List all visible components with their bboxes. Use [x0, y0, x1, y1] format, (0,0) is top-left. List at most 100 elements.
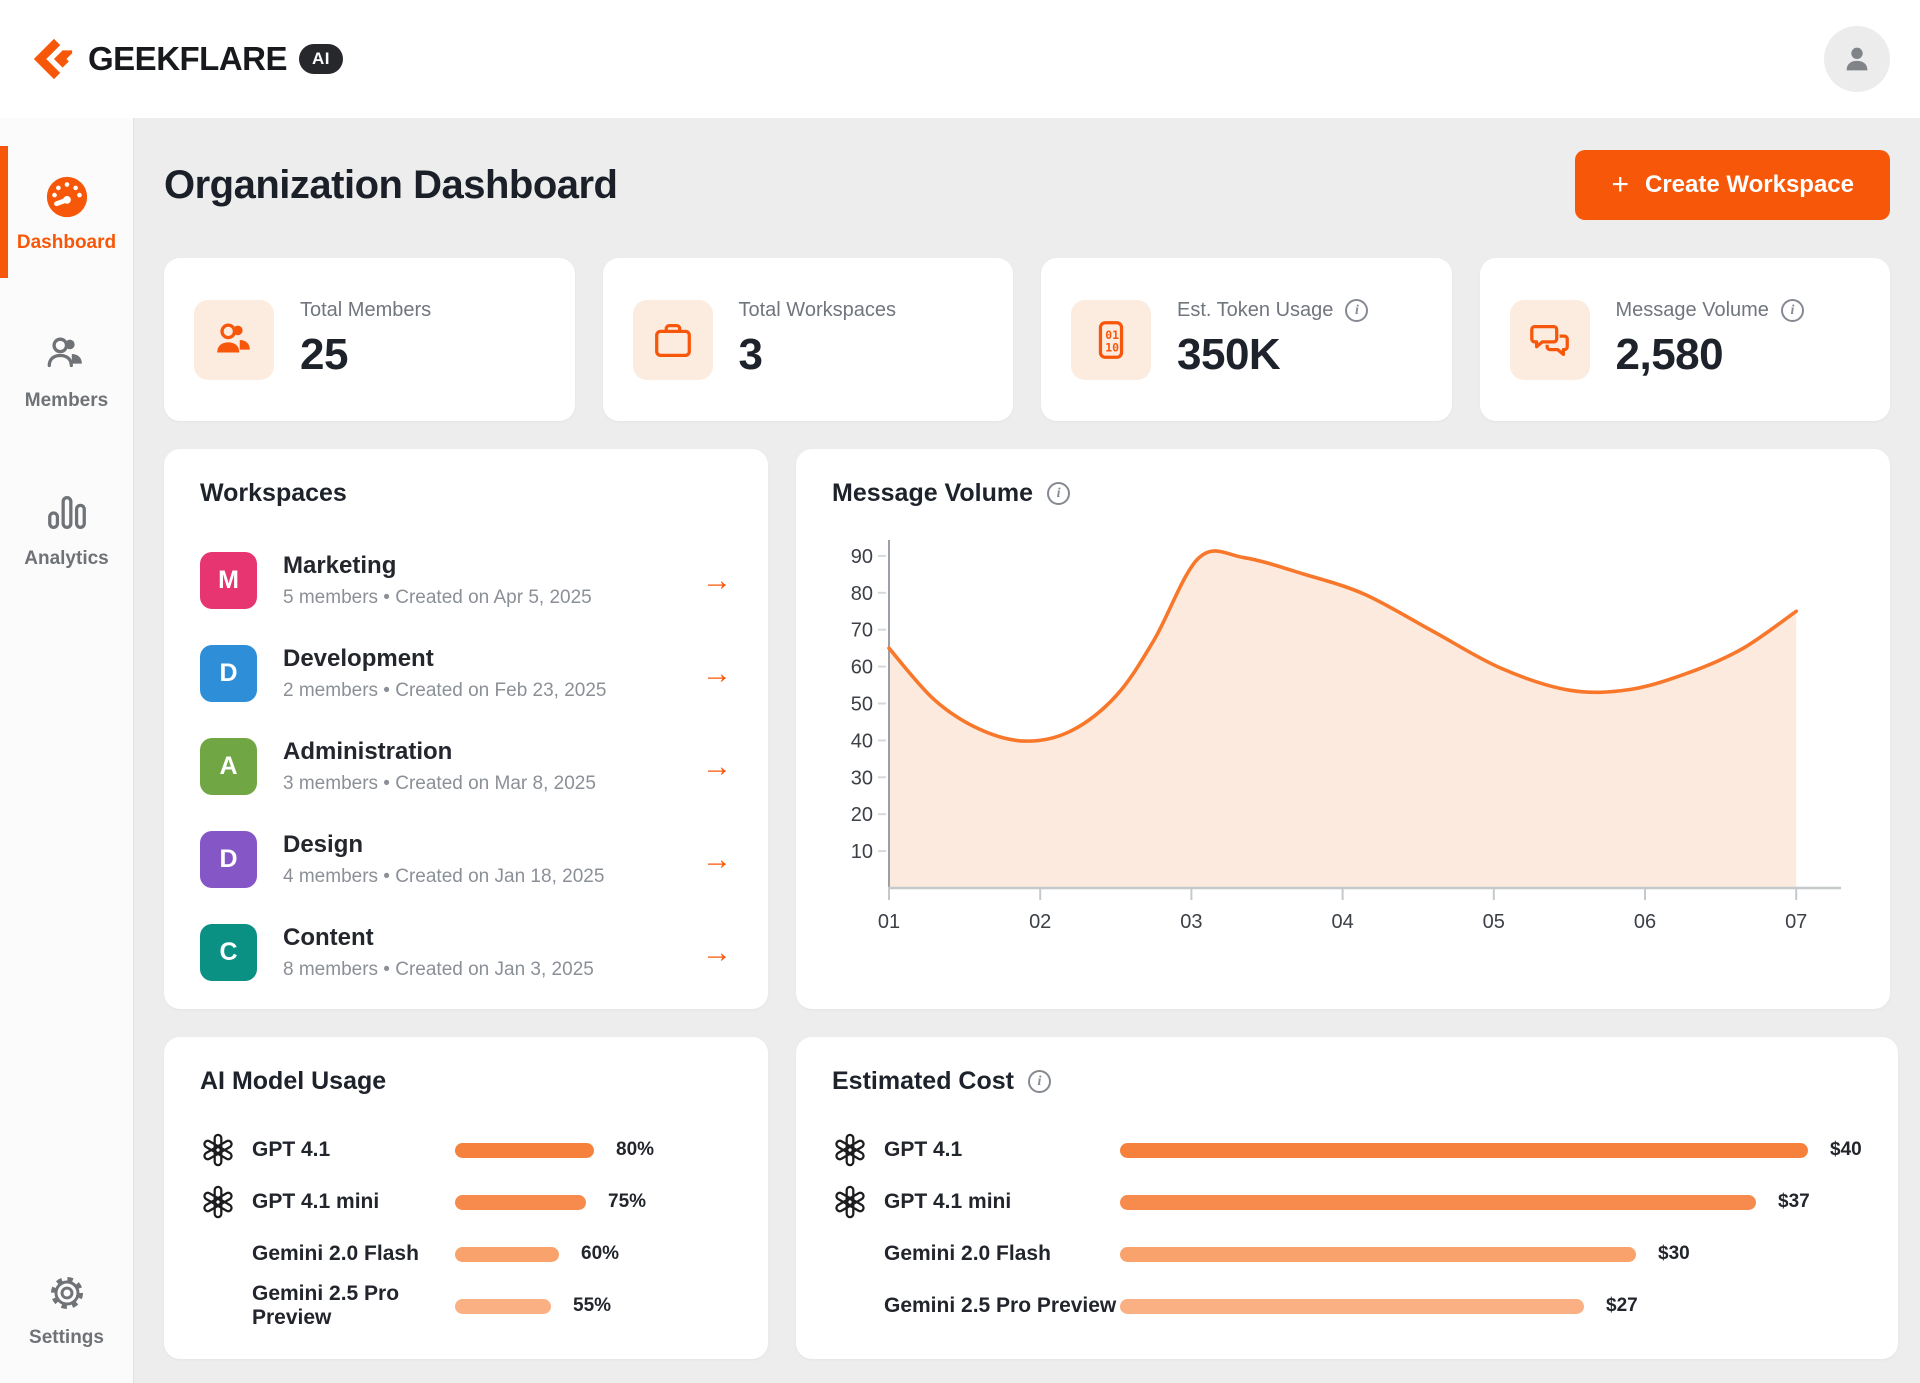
person-icon	[1840, 42, 1874, 76]
workspace-item-content[interactable]: CContent8 members • Created on Jan 3, 20…	[200, 906, 732, 999]
ai-model-usage-rows: GPT 4.180% GPT 4.1 mini75% Gemini 2.0 Fl…	[200, 1124, 732, 1332]
workspace-item-design[interactable]: D Design 4 members • Created on Jan 18, 20…	[200, 813, 732, 906]
workspaces-title: Workspaces	[200, 479, 732, 508]
workspace-name: Design	[283, 831, 604, 859]
arrow-right-icon[interactable]: →	[702, 938, 732, 968]
stat-icon-box: 01 10	[1071, 300, 1151, 380]
model-name: GPT 4.1 mini	[884, 1190, 1011, 1214]
gemini-icon	[833, 1237, 867, 1271]
sidebar-item-analytics[interactable]: Analytics	[0, 462, 133, 594]
model-bar	[1120, 1247, 1636, 1262]
create-workspace-button[interactable]: + Create Workspace	[1575, 150, 1890, 220]
model-bar	[1120, 1143, 1808, 1158]
arrow-right-icon[interactable]: →	[702, 659, 732, 689]
model-name: GPT 4.1	[252, 1138, 330, 1162]
arrow-right-icon[interactable]: →	[702, 845, 732, 875]
stat-card-est-token-usage: 01 10 Est. Token Usage i 350K	[1041, 258, 1452, 421]
sidebar-item-label: Dashboard	[17, 232, 116, 254]
workspace-item-marketing[interactable]: MMarketing5 members • Created on Apr 5, …	[200, 534, 732, 627]
stat-label: Total Workspaces	[739, 299, 896, 322]
model-row-gemini-2-0-flash: Gemini 2.0 Flash$30	[832, 1228, 1862, 1280]
stat-value: 350K	[1177, 330, 1368, 380]
model-name: GPT 4.1 mini	[252, 1190, 379, 1214]
workspaces-card: Workspaces MMarketing5 members • Created…	[164, 449, 768, 1009]
stat-value: 25	[300, 330, 431, 380]
y-axis-tick-label: 20	[851, 804, 873, 826]
model-value: 55%	[573, 1295, 611, 1317]
gemini-icon	[832, 1289, 868, 1323]
workspace-meta: 5 members • Created on Apr 5, 2025	[283, 587, 592, 609]
chat-icon	[1527, 317, 1573, 363]
sidebar-item-label: Settings	[29, 1327, 104, 1349]
openai-icon	[200, 1185, 236, 1219]
brand-name: GEEKFLARE	[88, 40, 287, 78]
app-header: GEEKFLARE AI	[0, 0, 1920, 118]
y-axis-tick-label: 40	[851, 730, 873, 752]
model-value: 80%	[616, 1139, 654, 1161]
model-bar	[455, 1143, 594, 1158]
workspace-name: Administration	[283, 738, 596, 766]
openai-icon	[201, 1185, 235, 1219]
stat-icon-box	[194, 300, 274, 380]
workspace-meta: 4 members • Created on Jan 18, 2025	[283, 866, 604, 888]
info-icon[interactable]: i	[1781, 299, 1804, 322]
model-bar	[1120, 1195, 1756, 1210]
members-nav-icon	[44, 332, 90, 378]
openai-icon	[200, 1133, 236, 1167]
info-icon[interactable]: i	[1047, 482, 1070, 505]
model-row-gemini-2-5-pro-preview: Gemini 2.5 Pro Preview 55%	[200, 1280, 732, 1332]
y-axis-tick-label: 60	[851, 657, 873, 679]
model-bar	[1120, 1299, 1584, 1314]
workspace-initial-badge: D	[200, 645, 257, 702]
info-icon[interactable]: i	[1028, 1070, 1051, 1093]
gemini-icon	[200, 1237, 236, 1271]
model-bar	[455, 1299, 551, 1314]
stat-label: Est. Token Usage	[1177, 299, 1333, 322]
gemini-icon	[833, 1289, 867, 1323]
info-icon[interactable]: i	[1345, 299, 1368, 322]
model-value: $30	[1658, 1243, 1690, 1265]
sidebar: Dashboard Members Analytics Settings	[0, 118, 134, 1383]
workspace-item-administration[interactable]: AAdministration3 members • Created on Ma…	[200, 720, 732, 813]
sidebar-item-dashboard[interactable]: Dashboard	[0, 146, 133, 278]
model-row-gpt-4-1-mini: GPT 4.1 mini$37	[832, 1176, 1862, 1228]
workspace-initial-badge: A	[200, 738, 257, 795]
model-value: $40	[1830, 1139, 1862, 1161]
model-bar	[455, 1247, 559, 1262]
x-axis-tick-label: 01	[878, 911, 900, 933]
model-value: $27	[1606, 1295, 1638, 1317]
brand-logo: GEEKFLARE AI	[30, 36, 343, 82]
token-icon: 01 10	[1088, 317, 1134, 363]
stat-label: Total Members	[300, 299, 431, 322]
stat-icon-box	[1510, 300, 1590, 380]
workspace-initial-badge: D	[200, 831, 257, 888]
y-axis-tick-label: 90	[851, 546, 873, 568]
sidebar-item-members[interactable]: Members	[0, 304, 133, 436]
model-name: Gemini 2.5 Pro Preview	[884, 1294, 1116, 1318]
sidebar-spacer	[0, 594, 133, 1215]
x-axis-tick-label: 03	[1180, 911, 1202, 933]
workspace-initial-badge: M	[200, 552, 257, 609]
y-axis-tick-label: 80	[851, 583, 873, 605]
members-stat-icon	[211, 317, 257, 363]
sidebar-item-settings[interactable]: Settings	[0, 1243, 133, 1373]
arrow-right-icon[interactable]: →	[702, 752, 732, 782]
stat-card-message-volume: Message Volumei2,580	[1480, 258, 1891, 421]
user-avatar[interactable]	[1824, 26, 1890, 92]
workspace-item-development[interactable]: DDevelopment2 members • Created on Feb 2…	[200, 627, 732, 720]
workspace-name: Development	[283, 645, 607, 673]
area-chart-svg: 10203040506070809001020304050607	[832, 526, 1854, 962]
model-name: Gemini 2.0 Flash	[252, 1242, 419, 1266]
openai-icon	[832, 1185, 868, 1219]
arrow-right-icon[interactable]: →	[702, 566, 732, 596]
gemini-icon	[200, 1289, 236, 1323]
x-axis-tick-label: 02	[1029, 911, 1051, 933]
briefcase-icon	[650, 317, 696, 363]
x-axis-tick-label: 04	[1331, 911, 1353, 933]
sidebar-item-label: Analytics	[24, 548, 108, 570]
gear-icon	[45, 1271, 89, 1315]
estimated-cost-rows: GPT 4.1$40 GPT 4.1 mini$37 Gemini 2.0 Fl…	[832, 1124, 1862, 1332]
stats-row: Total Members25 Total Workspaces3 01 10 …	[164, 258, 1890, 421]
model-row-gemini-2-5-pro-preview: Gemini 2.5 Pro Preview $27	[832, 1280, 1862, 1332]
model-name: Gemini 2.5 Pro Preview	[252, 1282, 455, 1330]
